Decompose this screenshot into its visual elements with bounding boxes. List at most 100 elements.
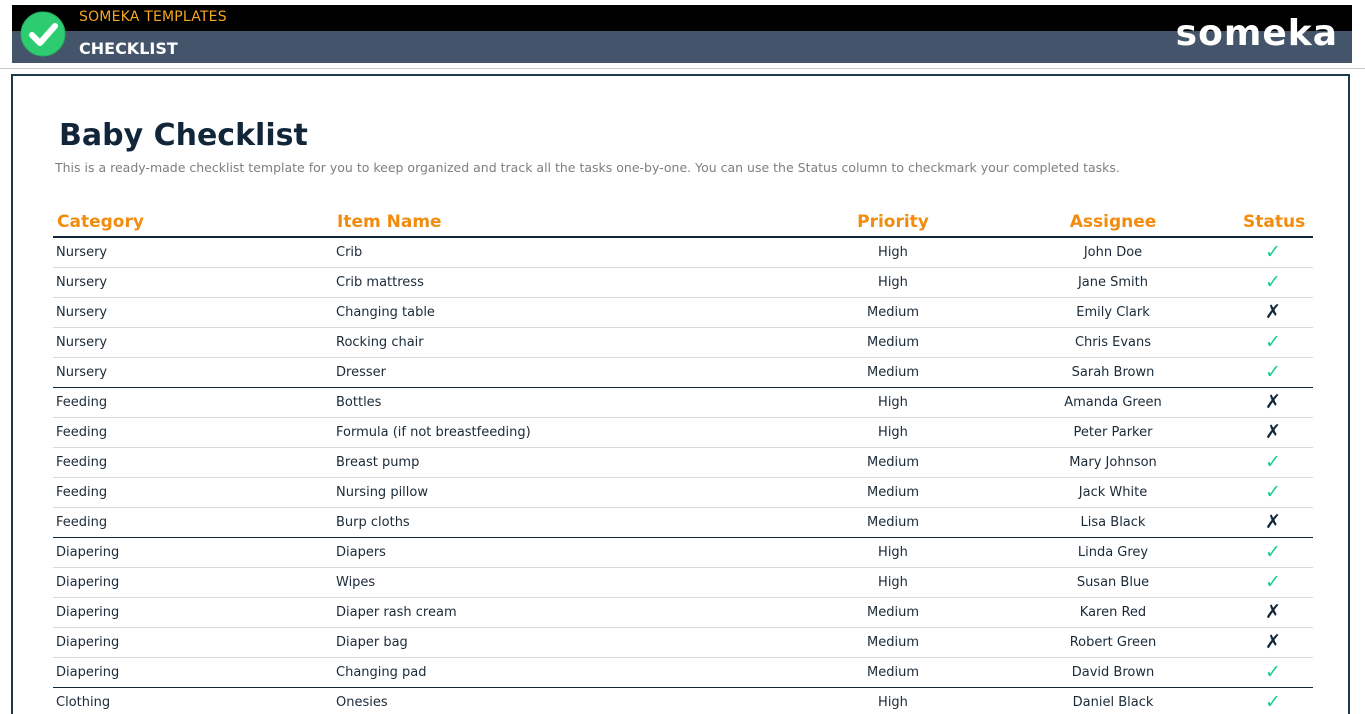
assignee-cell[interactable]: Emily Clark [1043, 305, 1183, 320]
priority-cell[interactable]: High [833, 545, 953, 560]
status-cross-icon[interactable]: ✗ [1243, 601, 1303, 623]
category-cell[interactable]: Nursery [56, 335, 107, 350]
item-name-cell[interactable]: Diaper rash cream [336, 605, 457, 620]
page-title: Baby Checklist [59, 118, 308, 153]
item-name-cell[interactable]: Changing pad [336, 665, 426, 680]
item-name-cell[interactable]: Wipes [336, 575, 375, 590]
assignee-cell[interactable]: Peter Parker [1043, 425, 1183, 440]
item-name-cell[interactable]: Breast pump [336, 455, 419, 470]
assignee-cell[interactable]: Mary Johnson [1043, 455, 1183, 470]
table-row[interactable]: Nursery Rocking chair Medium Chris Evans ✓ [53, 328, 1313, 358]
table-row[interactable]: Diapering Wipes High Susan Blue ✓ [53, 568, 1313, 598]
priority-cell[interactable]: Medium [833, 365, 953, 380]
status-check-icon[interactable]: ✓ [1243, 691, 1303, 713]
item-name-cell[interactable]: Burp cloths [336, 515, 410, 530]
priority-cell[interactable]: High [833, 695, 953, 710]
category-cell[interactable]: Nursery [56, 365, 107, 380]
table-row[interactable]: Clothing Onesies High Daniel Black ✓ [53, 688, 1313, 714]
item-name-cell[interactable]: Changing table [336, 305, 435, 320]
assignee-cell[interactable]: David Brown [1043, 665, 1183, 680]
assignee-cell[interactable]: Linda Grey [1043, 545, 1183, 560]
assignee-cell[interactable]: Lisa Black [1043, 515, 1183, 530]
status-check-icon[interactable]: ✓ [1243, 331, 1303, 353]
assignee-cell[interactable]: Karen Red [1043, 605, 1183, 620]
status-cross-icon[interactable]: ✗ [1243, 391, 1303, 413]
category-cell[interactable]: Feeding [56, 395, 107, 410]
assignee-cell[interactable]: Jane Smith [1043, 275, 1183, 290]
priority-cell[interactable]: Medium [833, 335, 953, 350]
assignee-cell[interactable]: Amanda Green [1043, 395, 1183, 410]
status-cross-icon[interactable]: ✗ [1243, 301, 1303, 323]
category-cell[interactable]: Nursery [56, 245, 107, 260]
category-cell[interactable]: Nursery [56, 305, 107, 320]
priority-cell[interactable]: Medium [833, 455, 953, 470]
table-row[interactable]: Feeding Nursing pillow Medium Jack White ✓ [53, 478, 1313, 508]
priority-cell[interactable]: High [833, 395, 953, 410]
category-cell[interactable]: Feeding [56, 425, 107, 440]
category-cell[interactable]: Diapering [56, 605, 119, 620]
item-name-cell[interactable]: Diaper bag [336, 635, 408, 650]
table-row[interactable]: Nursery Crib mattress High Jane Smith ✓ [53, 268, 1313, 298]
priority-cell[interactable]: High [833, 275, 953, 290]
category-cell[interactable]: Diapering [56, 635, 119, 650]
item-name-cell[interactable]: Dresser [336, 365, 386, 380]
category-cell[interactable]: Nursery [56, 275, 107, 290]
status-check-icon[interactable]: ✓ [1243, 541, 1303, 563]
category-cell[interactable]: Feeding [56, 515, 107, 530]
assignee-cell[interactable]: Jack White [1043, 485, 1183, 500]
item-name-cell[interactable]: Crib mattress [336, 275, 424, 290]
status-check-icon[interactable]: ✓ [1243, 661, 1303, 683]
status-check-icon[interactable]: ✓ [1243, 571, 1303, 593]
someka-logo[interactable]: someka [1176, 13, 1338, 54]
assignee-cell[interactable]: Sarah Brown [1043, 365, 1183, 380]
priority-cell[interactable]: Medium [833, 605, 953, 620]
assignee-cell[interactable]: Chris Evans [1043, 335, 1183, 350]
table-row[interactable]: Diapering Diaper rash cream Medium Karen Re… [53, 598, 1313, 628]
item-name-cell[interactable]: Crib [336, 245, 362, 260]
priority-cell[interactable]: Medium [833, 485, 953, 500]
table-row[interactable]: Diapering Diaper bag Medium Robert Green ✗ [53, 628, 1313, 658]
status-cross-icon[interactable]: ✗ [1243, 421, 1303, 443]
assignee-cell[interactable]: Susan Blue [1043, 575, 1183, 590]
category-cell[interactable]: Feeding [56, 485, 107, 500]
assignee-cell[interactable]: John Doe [1043, 245, 1183, 260]
banner-bottom-strip [12, 31, 1352, 63]
table-row[interactable]: Nursery Dresser Medium Sarah Brown ✓ [53, 358, 1313, 388]
item-name-cell[interactable]: Diapers [336, 545, 386, 560]
brand-name[interactable]: SOMEKA TEMPLATES [79, 9, 227, 25]
table-row[interactable]: Feeding Burp cloths Medium Lisa Black ✗ [53, 508, 1313, 538]
priority-cell[interactable]: Medium [833, 665, 953, 680]
table-row[interactable]: Feeding Bottles High Amanda Green ✗ [53, 388, 1313, 418]
status-check-icon[interactable]: ✓ [1243, 451, 1303, 473]
table-row[interactable]: Feeding Breast pump Medium Mary Johnson ✓ [53, 448, 1313, 478]
item-name-cell[interactable]: Onesies [336, 695, 388, 710]
table-row[interactable]: Nursery Changing table Medium Emily Clark ✗ [53, 298, 1313, 328]
priority-cell[interactable]: Medium [833, 635, 953, 650]
table-row[interactable]: Diapering Diapers High Linda Grey ✓ [53, 538, 1313, 568]
status-check-icon[interactable]: ✓ [1243, 361, 1303, 383]
category-cell[interactable]: Diapering [56, 575, 119, 590]
priority-cell[interactable]: High [833, 425, 953, 440]
category-cell[interactable]: Clothing [56, 695, 110, 710]
category-cell[interactable]: Diapering [56, 545, 119, 560]
table-row[interactable]: Feeding Formula (if not breastfeeding) Hig… [53, 418, 1313, 448]
status-check-icon[interactable]: ✓ [1243, 241, 1303, 263]
priority-cell[interactable]: Medium [833, 305, 953, 320]
assignee-cell[interactable]: Robert Green [1043, 635, 1183, 650]
priority-cell[interactable]: Medium [833, 515, 953, 530]
item-name-cell[interactable]: Formula (if not breastfeeding) [336, 425, 531, 440]
status-check-icon[interactable]: ✓ [1243, 271, 1303, 293]
item-name-cell[interactable]: Bottles [336, 395, 381, 410]
status-cross-icon[interactable]: ✗ [1243, 511, 1303, 533]
assignee-cell[interactable]: Daniel Black [1043, 695, 1183, 710]
item-name-cell[interactable]: Nursing pillow [336, 485, 428, 500]
table-row[interactable]: Diapering Changing pad Medium David Brown ✓ [53, 658, 1313, 688]
status-cross-icon[interactable]: ✗ [1243, 631, 1303, 653]
category-cell[interactable]: Diapering [56, 665, 119, 680]
table-row[interactable]: Nursery Crib High John Doe ✓ [53, 238, 1313, 268]
category-cell[interactable]: Feeding [56, 455, 107, 470]
item-name-cell[interactable]: Rocking chair [336, 335, 424, 350]
status-check-icon[interactable]: ✓ [1243, 481, 1303, 503]
priority-cell[interactable]: High [833, 575, 953, 590]
priority-cell[interactable]: High [833, 245, 953, 260]
